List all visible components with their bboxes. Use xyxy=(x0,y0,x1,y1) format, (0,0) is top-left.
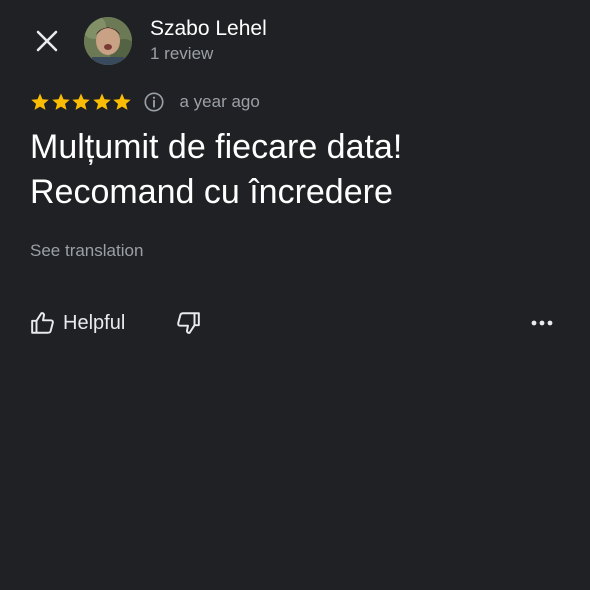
more-horizontal-icon xyxy=(531,320,553,326)
more-options-button[interactable] xyxy=(526,308,558,338)
thumbs-up-icon xyxy=(31,312,54,334)
star-icon xyxy=(72,93,90,110)
star-icon xyxy=(113,93,131,110)
star-icon xyxy=(51,93,70,110)
star-icon xyxy=(92,93,111,110)
review-text-line: Recomand cu încredere xyxy=(30,173,393,211)
rating-row: a year ago xyxy=(30,89,260,115)
avatar-photo-icon xyxy=(84,17,132,65)
info-icon[interactable] xyxy=(143,91,165,113)
review-text-line: Mulțumit de fiecare data! xyxy=(30,128,403,166)
review-time: a year ago xyxy=(179,92,260,111)
review-detail-page: Szabo Lehel 1 review a year ago Mulțumit… xyxy=(0,0,590,590)
star-rating xyxy=(30,92,133,112)
avatar[interactable] xyxy=(84,17,132,65)
not-helpful-button[interactable] xyxy=(173,308,203,338)
star-icon xyxy=(31,93,49,110)
see-translation-link[interactable]: See translation xyxy=(30,241,143,261)
author-review-count: 1 review xyxy=(150,44,214,63)
review-text: Mulțumit de fiecare data! Recomand cu în… xyxy=(30,125,570,215)
thumbs-down-icon xyxy=(177,312,200,334)
close-button[interactable] xyxy=(28,22,66,60)
close-icon xyxy=(36,30,58,52)
helpful-button[interactable]: Helpful xyxy=(30,308,125,338)
author-name[interactable]: Szabo Lehel xyxy=(150,17,267,41)
helpful-label: Helpful xyxy=(63,311,126,334)
